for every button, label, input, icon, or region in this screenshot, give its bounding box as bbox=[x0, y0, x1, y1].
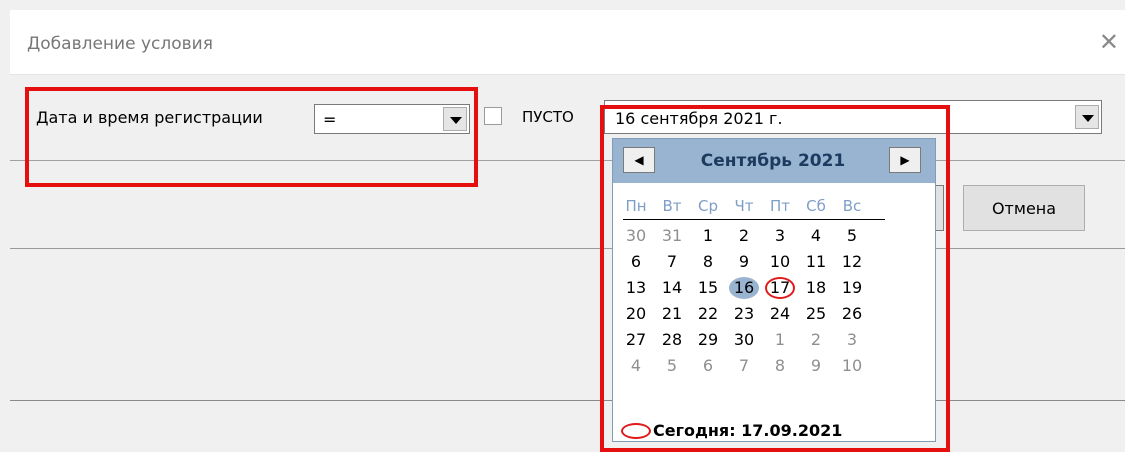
background-separator bbox=[10, 400, 1125, 401]
dialog-titlebar: Добавление условия ✕ bbox=[10, 10, 1125, 75]
chevron-down-icon[interactable] bbox=[1075, 105, 1099, 129]
dialog-title: Добавление условия bbox=[27, 34, 213, 54]
highlight-date-picker bbox=[600, 105, 950, 452]
highlight-condition-field bbox=[25, 87, 478, 187]
empty-checkbox[interactable] bbox=[484, 107, 502, 125]
cancel-button[interactable]: Отмена bbox=[963, 185, 1085, 231]
close-icon[interactable]: ✕ bbox=[1099, 30, 1119, 54]
empty-label: ПУСТО bbox=[522, 108, 574, 126]
